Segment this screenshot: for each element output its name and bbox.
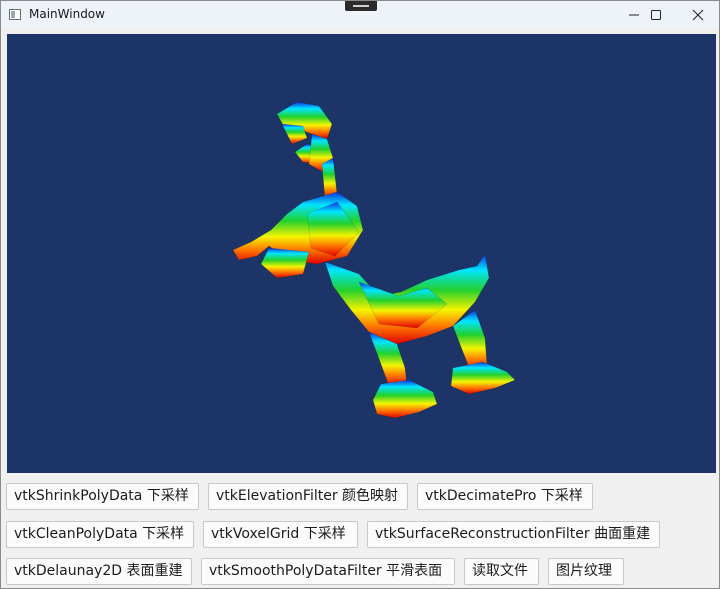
shrink-polydata-button[interactable]: vtkShrinkPolyData 下采样 bbox=[6, 483, 199, 510]
close-button[interactable] bbox=[677, 1, 719, 29]
dinosaur-3d-model bbox=[232, 101, 516, 419]
vtk-render-viewport[interactable] bbox=[7, 34, 716, 473]
maximize-icon bbox=[651, 10, 661, 20]
title-bar[interactable]: MainWindow bbox=[1, 1, 719, 29]
delaunay2d-button[interactable]: vtkDelaunay2D 表面重建 bbox=[6, 558, 192, 585]
window-title: MainWindow bbox=[29, 7, 105, 21]
close-icon bbox=[692, 9, 704, 21]
model-mesh bbox=[232, 101, 516, 419]
clean-polydata-button[interactable]: vtkCleanPolyData 下采样 bbox=[6, 521, 194, 548]
main-window: MainWindow vtkShrinkPolyData 下采样 vtkElev… bbox=[0, 0, 720, 589]
elevation-filter-button[interactable]: vtkElevationFilter 颜色映射 bbox=[208, 483, 408, 510]
maximize-button[interactable] bbox=[635, 1, 677, 29]
image-texture-button[interactable]: 图片纹理 bbox=[548, 558, 624, 585]
app-window-icon bbox=[9, 9, 21, 20]
decimate-pro-button[interactable]: vtkDecimatePro 下采样 bbox=[417, 483, 593, 510]
voxel-grid-button[interactable]: vtkVoxelGrid 下采样 bbox=[203, 521, 358, 548]
snap-grip-handle[interactable] bbox=[345, 1, 377, 11]
read-file-button[interactable]: 读取文件 bbox=[464, 558, 539, 585]
surface-reconstruction-button[interactable]: vtkSurfaceReconstructionFilter 曲面重建 bbox=[367, 521, 660, 548]
smooth-polydata-button[interactable]: vtkSmoothPolyDataFilter 平滑表面 bbox=[201, 558, 455, 585]
